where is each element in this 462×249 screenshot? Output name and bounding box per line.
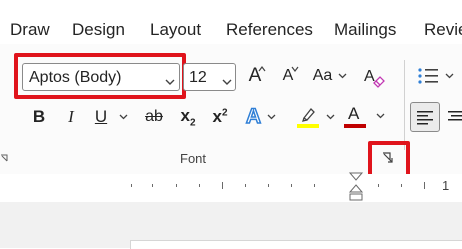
previous-group-launcher-icon[interactable] xyxy=(0,152,10,164)
chevron-down-icon xyxy=(376,113,385,119)
tab-references[interactable]: References xyxy=(226,20,313,40)
tab-draw[interactable]: Draw xyxy=(10,20,50,40)
grow-font-button[interactable]: A xyxy=(243,63,267,89)
bold-button[interactable]: B xyxy=(28,104,50,130)
font-color-button[interactable]: A xyxy=(344,104,390,130)
strikethrough-icon: ab xyxy=(145,108,163,125)
align-center-button[interactable] xyxy=(446,102,462,132)
shrink-font-button[interactable]: A xyxy=(276,63,300,89)
tab-mailings[interactable]: Mailings xyxy=(334,20,396,40)
tab-design[interactable]: Design xyxy=(72,20,125,40)
text-highlight-color-button[interactable] xyxy=(292,104,338,130)
superscript-button[interactable]: x2 xyxy=(208,104,232,130)
ruler-ticks xyxy=(131,182,425,189)
change-case-button[interactable]: Aa xyxy=(308,63,352,89)
align-left-button[interactable] xyxy=(410,102,440,132)
clear-formatting-button[interactable]: A xyxy=(360,62,388,90)
text-effects-button[interactable]: A xyxy=(240,104,282,130)
superscript-icon: x2 xyxy=(212,107,227,127)
underline-button[interactable]: U xyxy=(90,104,112,130)
chevron-down-icon xyxy=(326,114,334,120)
group-separator xyxy=(404,60,405,150)
font-group-label: Font xyxy=(180,151,207,166)
chevron-down-icon xyxy=(267,114,276,120)
strikethrough-button[interactable]: ab xyxy=(140,104,168,130)
font-color-icon: A xyxy=(348,104,360,123)
font-color-bar xyxy=(344,124,366,128)
dialog-launcher-highlight xyxy=(368,141,410,178)
chevron-down-icon xyxy=(338,73,347,79)
font-size-dropdown[interactable]: 12 xyxy=(183,63,236,91)
chevron-down-icon xyxy=(119,114,127,120)
chevron-down-icon xyxy=(445,73,453,79)
tab-review[interactable]: Revie xyxy=(424,20,462,40)
italic-button[interactable]: I xyxy=(60,104,82,130)
up-arrow-icon xyxy=(258,66,266,72)
highlighter-icon xyxy=(296,108,319,128)
subscript-mark: 2 xyxy=(189,117,196,129)
font-size-value: 12 xyxy=(189,69,207,86)
bold-icon: B xyxy=(32,107,46,126)
down-arrow-icon xyxy=(291,66,299,72)
tab-layout[interactable]: Layout xyxy=(150,20,201,40)
align-center-icon xyxy=(448,111,462,121)
change-case-icon: Aa xyxy=(312,67,333,84)
subscript-icon: x2 xyxy=(180,106,195,128)
subscript-base: x xyxy=(180,105,190,125)
clear-formatting-icon: A xyxy=(364,68,385,88)
font-name-highlight xyxy=(14,53,186,99)
superscript-mark: 2 xyxy=(221,107,228,119)
text-effects-icon: A xyxy=(245,104,262,129)
underline-icon: U xyxy=(94,107,108,126)
underline-dropdown[interactable] xyxy=(116,108,130,126)
align-left-icon xyxy=(417,111,433,125)
superscript-base: x xyxy=(212,107,222,126)
svg-text:A: A xyxy=(364,68,375,85)
italic-icon: I xyxy=(68,107,74,126)
chevron-down-icon xyxy=(222,73,232,91)
ruler-number: 1 xyxy=(442,178,450,193)
bullets-icon xyxy=(417,68,438,84)
indent-marker-icon[interactable] xyxy=(348,172,364,202)
subscript-button[interactable]: x2 xyxy=(176,104,200,130)
bullets-button[interactable] xyxy=(412,63,458,89)
